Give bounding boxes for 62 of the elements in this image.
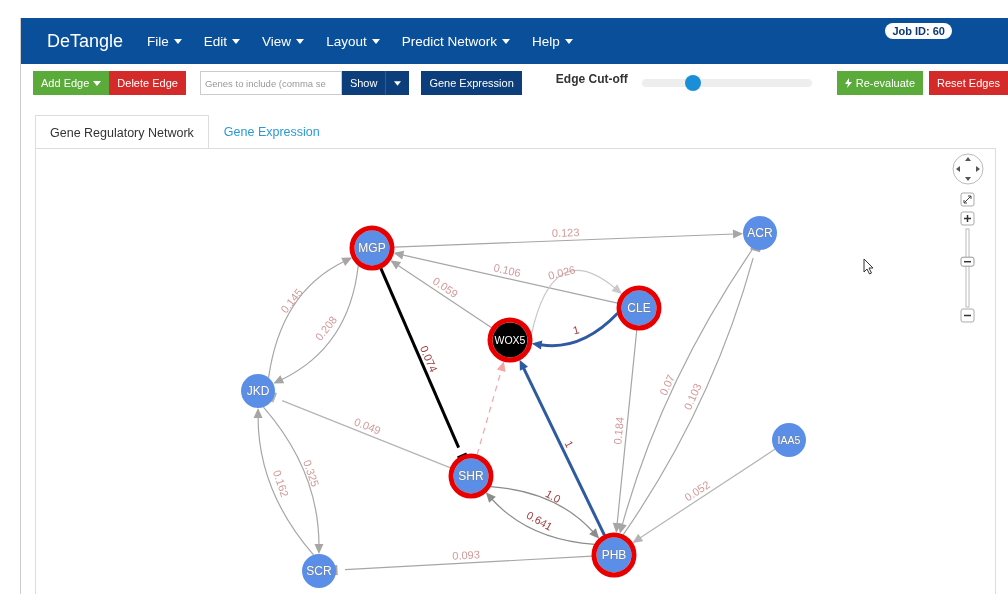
gene-expression-button[interactable]: Gene Expression — [421, 71, 522, 95]
edge-weight: 0.106 — [492, 261, 522, 280]
menu-item[interactable]: File — [147, 33, 182, 49]
node-label: CLE — [627, 301, 651, 315]
genes-input-field[interactable]: Genes to include (comma se — [199, 71, 342, 95]
fit-icon[interactable] — [960, 192, 975, 207]
menu-item[interactable]: Predict Network — [401, 33, 510, 49]
tab[interactable]: Gene Regulatory Network — [35, 115, 209, 149]
node-label: JKD — [246, 384, 270, 398]
caret-icon — [394, 80, 402, 86]
edge-weight: 0.049 — [352, 415, 383, 437]
slider-thumb[interactable] — [684, 75, 701, 91]
node-label: IAA5 — [777, 434, 801, 446]
edge-weight: 0.093 — [452, 548, 481, 562]
zoom-slider-track[interactable] — [965, 228, 970, 308]
zoom-thumb[interactable] — [960, 256, 975, 267]
caret-icon — [564, 38, 573, 44]
caret-icon — [296, 38, 305, 44]
node-label: ACR — [747, 226, 773, 240]
bolt-icon — [844, 78, 852, 88]
gene-node[interactable] — [743, 216, 777, 250]
caret-icon — [93, 80, 102, 86]
edge-weight: 0.325 — [301, 458, 322, 489]
caret-icon — [232, 38, 241, 44]
node-label: SHR — [458, 469, 484, 483]
show-button[interactable]: Show — [341, 71, 386, 95]
menu-item[interactable]: Layout — [326, 33, 380, 49]
edge-arrow[interactable] — [531, 312, 619, 350]
show-dropdown-button[interactable] — [385, 71, 410, 95]
menu-item[interactable]: Help — [531, 33, 573, 49]
job-id-badge: Job ID: 60 — [885, 23, 952, 39]
node-label: MGP — [358, 241, 386, 255]
node-label: SCR — [306, 564, 332, 578]
gene-node[interactable] — [241, 374, 275, 408]
gene-node[interactable] — [302, 554, 336, 588]
edge-weight: 0.026 — [546, 263, 577, 282]
zoom-out-icon[interactable] — [960, 308, 975, 323]
delete-edge-button[interactable]: Delete Edge — [109, 71, 186, 95]
cursor-icon — [863, 258, 874, 275]
zoom-in-icon[interactable] — [960, 211, 975, 226]
edge-weight: 0.103 — [681, 381, 704, 412]
reset-edges-button[interactable]: Reset Edges — [929, 71, 1008, 95]
caret-icon — [501, 38, 510, 44]
edge-weight: 0.162 — [270, 468, 291, 499]
node-label: PHB — [601, 548, 627, 562]
caret-icon — [371, 38, 380, 44]
edge-weight: 1 — [571, 323, 581, 337]
edge-weight: 0.074 — [417, 343, 440, 374]
app-brand[interactable]: DeTangle — [47, 30, 124, 52]
edge-weight: 0.184 — [611, 416, 626, 445]
edge-weight: 0.07 — [657, 372, 677, 398]
edge-weight: 1 — [562, 438, 576, 450]
menu-item[interactable]: Edit — [203, 33, 241, 49]
gene-node[interactable] — [772, 423, 806, 457]
edge-weight: 1.0 — [543, 487, 563, 506]
pan-control-icon[interactable] — [952, 153, 984, 185]
node-label: WOX5 — [494, 334, 526, 346]
cutoff-label: Edge Cut-off — [555, 72, 628, 86]
caret-icon — [173, 38, 182, 44]
menu-item[interactable]: View — [262, 33, 305, 49]
edge-arrow[interactable] — [519, 359, 606, 536]
edge-weight: 0.123 — [551, 226, 580, 240]
